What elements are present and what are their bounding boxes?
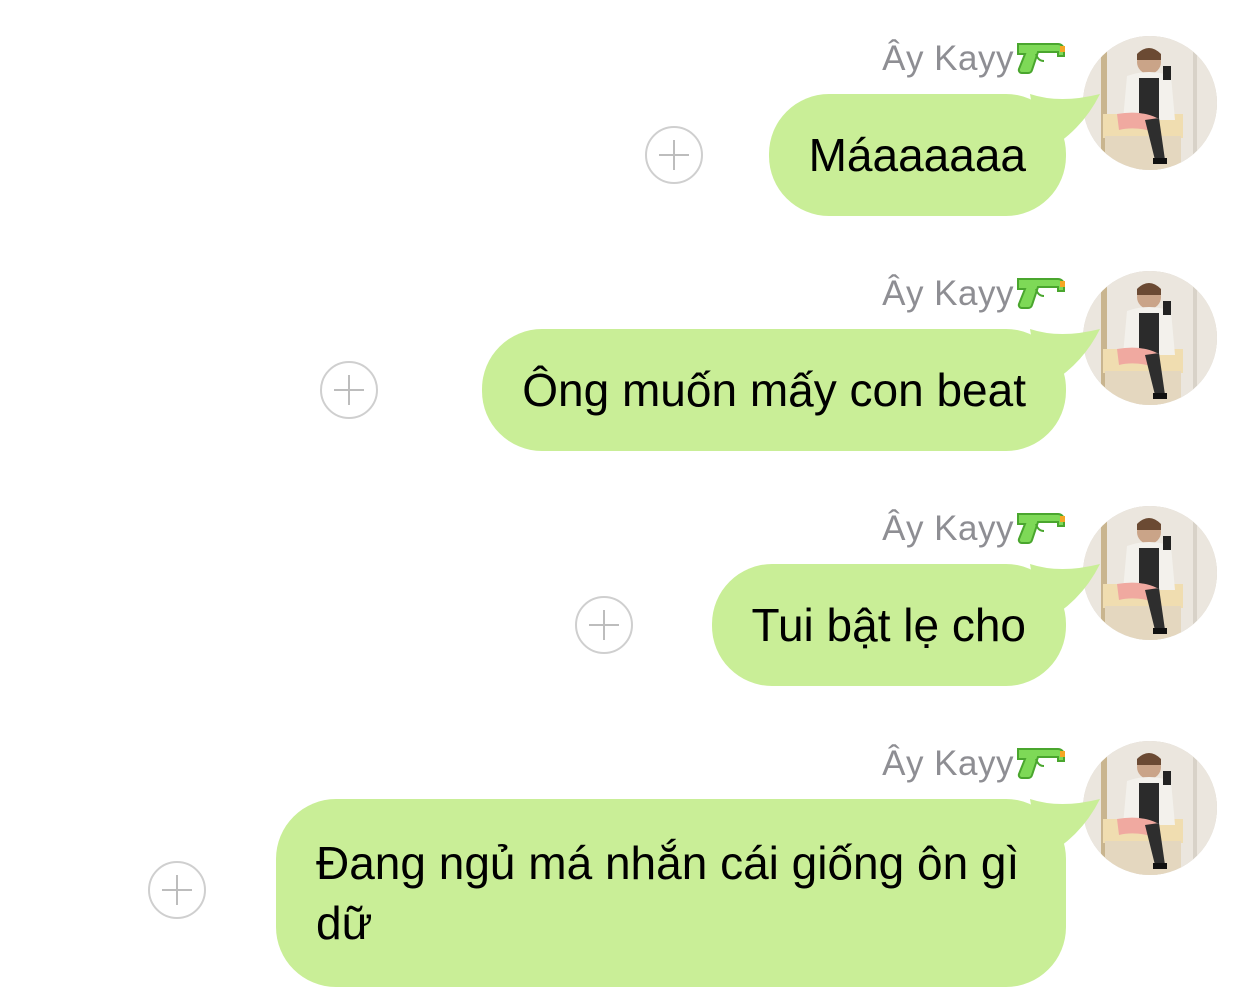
avatar[interactable]: [1083, 741, 1217, 875]
message-bubble[interactable]: Tui bật lẹ cho: [711, 564, 1066, 686]
message-bubble[interactable]: Đang ngủ má nhắn cái giống ôn gì dữ: [276, 799, 1066, 987]
sender-name: Ây Kayy: [882, 509, 1014, 548]
message-bubble-wrap: Ông muốn mấy con beat: [482, 329, 1100, 451]
sender-label: Ây Kayy: [882, 739, 1066, 789]
message-bubble-wrap: Đang ngủ má nhắn cái giống ôn gì dữ: [276, 799, 1100, 987]
message-bubble[interactable]: Ông muốn mấy con beat: [482, 329, 1066, 451]
message-row: Ây Kayy Tui bật lẹ cho: [0, 470, 1242, 705]
add-reaction-icon[interactable]: [575, 596, 633, 654]
sender-name: Ây Kayy: [882, 744, 1014, 783]
add-reaction-icon[interactable]: [148, 861, 206, 919]
message-bubble[interactable]: Máaaaaaa: [768, 94, 1066, 216]
sender-label: Ây Kayy: [882, 34, 1066, 84]
avatar[interactable]: [1083, 506, 1217, 640]
avatar[interactable]: [1083, 271, 1217, 405]
message-row: Ây Kayy Ông muốn mấy con beat: [0, 235, 1242, 470]
sender-name: Ây Kayy: [882, 274, 1014, 313]
message-row: Ây Kayy Máaaaaaa: [0, 0, 1242, 235]
water-pistol-icon: [1017, 43, 1065, 74]
water-pistol-icon: [1017, 748, 1065, 779]
water-pistol-icon: [1017, 278, 1065, 309]
add-reaction-icon[interactable]: [320, 361, 378, 419]
message-bubble-wrap: Tui bật lẹ cho: [711, 564, 1100, 686]
sender-label: Ây Kayy: [882, 269, 1066, 319]
add-reaction-icon[interactable]: [645, 126, 703, 184]
message-bubble-wrap: Máaaaaaa: [768, 94, 1100, 216]
message-row: Ây Kayy Đang ngủ má nhắn cái giống ôn gì…: [0, 705, 1242, 1000]
sender-name: Ây Kayy: [882, 39, 1014, 78]
sender-label: Ây Kayy: [882, 504, 1066, 554]
water-pistol-icon: [1017, 513, 1065, 544]
avatar[interactable]: [1083, 36, 1217, 170]
